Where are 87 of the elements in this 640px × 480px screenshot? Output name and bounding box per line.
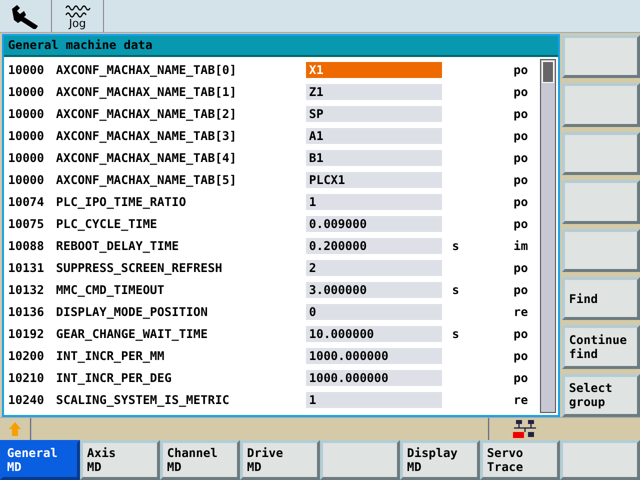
unit-label: s <box>451 239 460 253</box>
softkey-tab[interactable]: Drive MD <box>240 440 320 480</box>
unit-label: s <box>451 327 460 341</box>
parameter-number: 10136 <box>8 305 46 319</box>
parameter-number: 10192 <box>8 327 46 341</box>
parameter-name: AXCONF_MACHAX_NAME_TAB[5] <box>56 173 238 187</box>
parameter-number: 10200 <box>8 349 46 363</box>
value-field[interactable]: PLCX1 <box>306 172 442 188</box>
parameter-number: 10240 <box>8 393 46 407</box>
activation-type: po <box>512 173 528 187</box>
activation-type: po <box>512 371 528 385</box>
softkey-tab[interactable]: Axis MD <box>80 440 160 480</box>
parameter-name: AXCONF_MACHAX_NAME_TAB[3] <box>56 129 238 143</box>
blank-softkey[interactable] <box>562 132 640 176</box>
softkey[interactable]: Continue find <box>562 325 640 369</box>
blank-softkey[interactable] <box>562 180 640 224</box>
value-field[interactable]: 1 <box>306 194 442 210</box>
parameter-number: 10000 <box>8 151 46 165</box>
softkey-tab[interactable]: Servo Trace <box>480 440 560 480</box>
value-field[interactable]: 1000.000000 <box>306 348 442 364</box>
activation-type: re <box>512 305 528 319</box>
value-field[interactable]: B1 <box>306 150 442 166</box>
value-field[interactable]: A1 <box>306 128 442 144</box>
softkey-tab[interactable]: Display MD <box>400 440 480 480</box>
parameter-name: DISPLAY_MODE_POSITION <box>56 305 209 319</box>
parameter-number: 10000 <box>8 107 46 121</box>
parameter-name: AXCONF_MACHAX_NAME_TAB[1] <box>56 85 238 99</box>
blank-softkey[interactable] <box>562 83 640 127</box>
parameter-name: REBOOT_DELAY_TIME <box>56 239 180 253</box>
parameter-number: 10000 <box>8 129 46 143</box>
parameter-name: PLC_IPO_TIME_RATIO <box>56 195 188 209</box>
up-arrow-icon <box>8 421 22 437</box>
activation-type: po <box>512 151 528 165</box>
value-field[interactable]: Z1 <box>306 84 442 100</box>
softkey-tab[interactable] <box>320 440 400 480</box>
parameter-name: AXCONF_MACHAX_NAME_TAB[4] <box>56 151 238 165</box>
parameter-name: AXCONF_MACHAX_NAME_TAB[2] <box>56 107 238 121</box>
activation-type: po <box>512 261 528 275</box>
parameter-name: MMC_CMD_TIMEOUT <box>56 283 166 297</box>
parameter-number: 10000 <box>8 63 46 77</box>
parameter-name: INT_INCR_PER_MM <box>56 349 166 363</box>
unit-label: s <box>451 283 460 297</box>
parameter-name: PLC_CYCLE_TIME <box>56 217 158 231</box>
parameter-number: 10074 <box>8 195 46 209</box>
parameter-name: GEAR_CHANGE_WAIT_TIME <box>56 327 209 341</box>
softkey[interactable]: Select group <box>562 374 640 417</box>
parameter-name: AXCONF_MACHAX_NAME_TAB[0] <box>56 63 238 77</box>
activation-type: po <box>512 195 528 209</box>
blank-softkey[interactable] <box>562 35 640 78</box>
network-icon <box>512 419 538 439</box>
value-field[interactable]: 2 <box>306 260 442 276</box>
value-field[interactable]: 10.000000 <box>306 326 442 342</box>
value-field[interactable]: SP <box>306 106 442 122</box>
parameter-name: SCALING_SYSTEM_IS_METRIC <box>56 393 230 407</box>
activation-type: po <box>512 327 528 341</box>
activation-type: po <box>512 217 528 231</box>
softkey-tab[interactable]: General MD <box>0 440 80 480</box>
parameter-number: 10210 <box>8 371 46 385</box>
parameter-number: 10132 <box>8 283 46 297</box>
activation-type: po <box>512 85 528 99</box>
activation-type: po <box>512 129 528 143</box>
value-field[interactable]: 0 <box>306 304 442 320</box>
value-field[interactable]: 0.200000 <box>306 238 442 254</box>
activation-type: po <box>512 283 528 297</box>
blank-softkey[interactable] <box>562 228 640 272</box>
parameter-number: 10088 <box>8 239 46 253</box>
parameter-number: 10075 <box>8 217 46 231</box>
softkey-tab[interactable] <box>560 440 640 480</box>
activation-type: im <box>512 239 528 253</box>
parameter-number: 10000 <box>8 173 46 187</box>
wave-icon <box>64 4 90 18</box>
value-field[interactable]: 3.000000 <box>306 282 442 298</box>
activation-type: po <box>512 349 528 363</box>
parameter-number: 10000 <box>8 85 46 99</box>
scrollbar[interactable] <box>540 59 556 413</box>
panel-title: General machine data <box>4 36 558 57</box>
value-field[interactable]: 1000.000000 <box>306 370 442 386</box>
activation-type: po <box>512 63 528 77</box>
parameter-number: 10131 <box>8 261 46 275</box>
parameter-name: SUPPRESS_SCREEN_REFRESH <box>56 261 224 275</box>
softkey-tab[interactable]: Channel MD <box>160 440 240 480</box>
parameter-name: INT_INCR_PER_DEG <box>56 371 173 385</box>
activation-type: re <box>512 393 528 407</box>
value-field[interactable]: 1 <box>306 392 442 408</box>
activation-type: po <box>512 107 528 121</box>
softkey[interactable]: Find <box>562 276 640 320</box>
value-field[interactable]: 0.009000 <box>306 216 442 232</box>
